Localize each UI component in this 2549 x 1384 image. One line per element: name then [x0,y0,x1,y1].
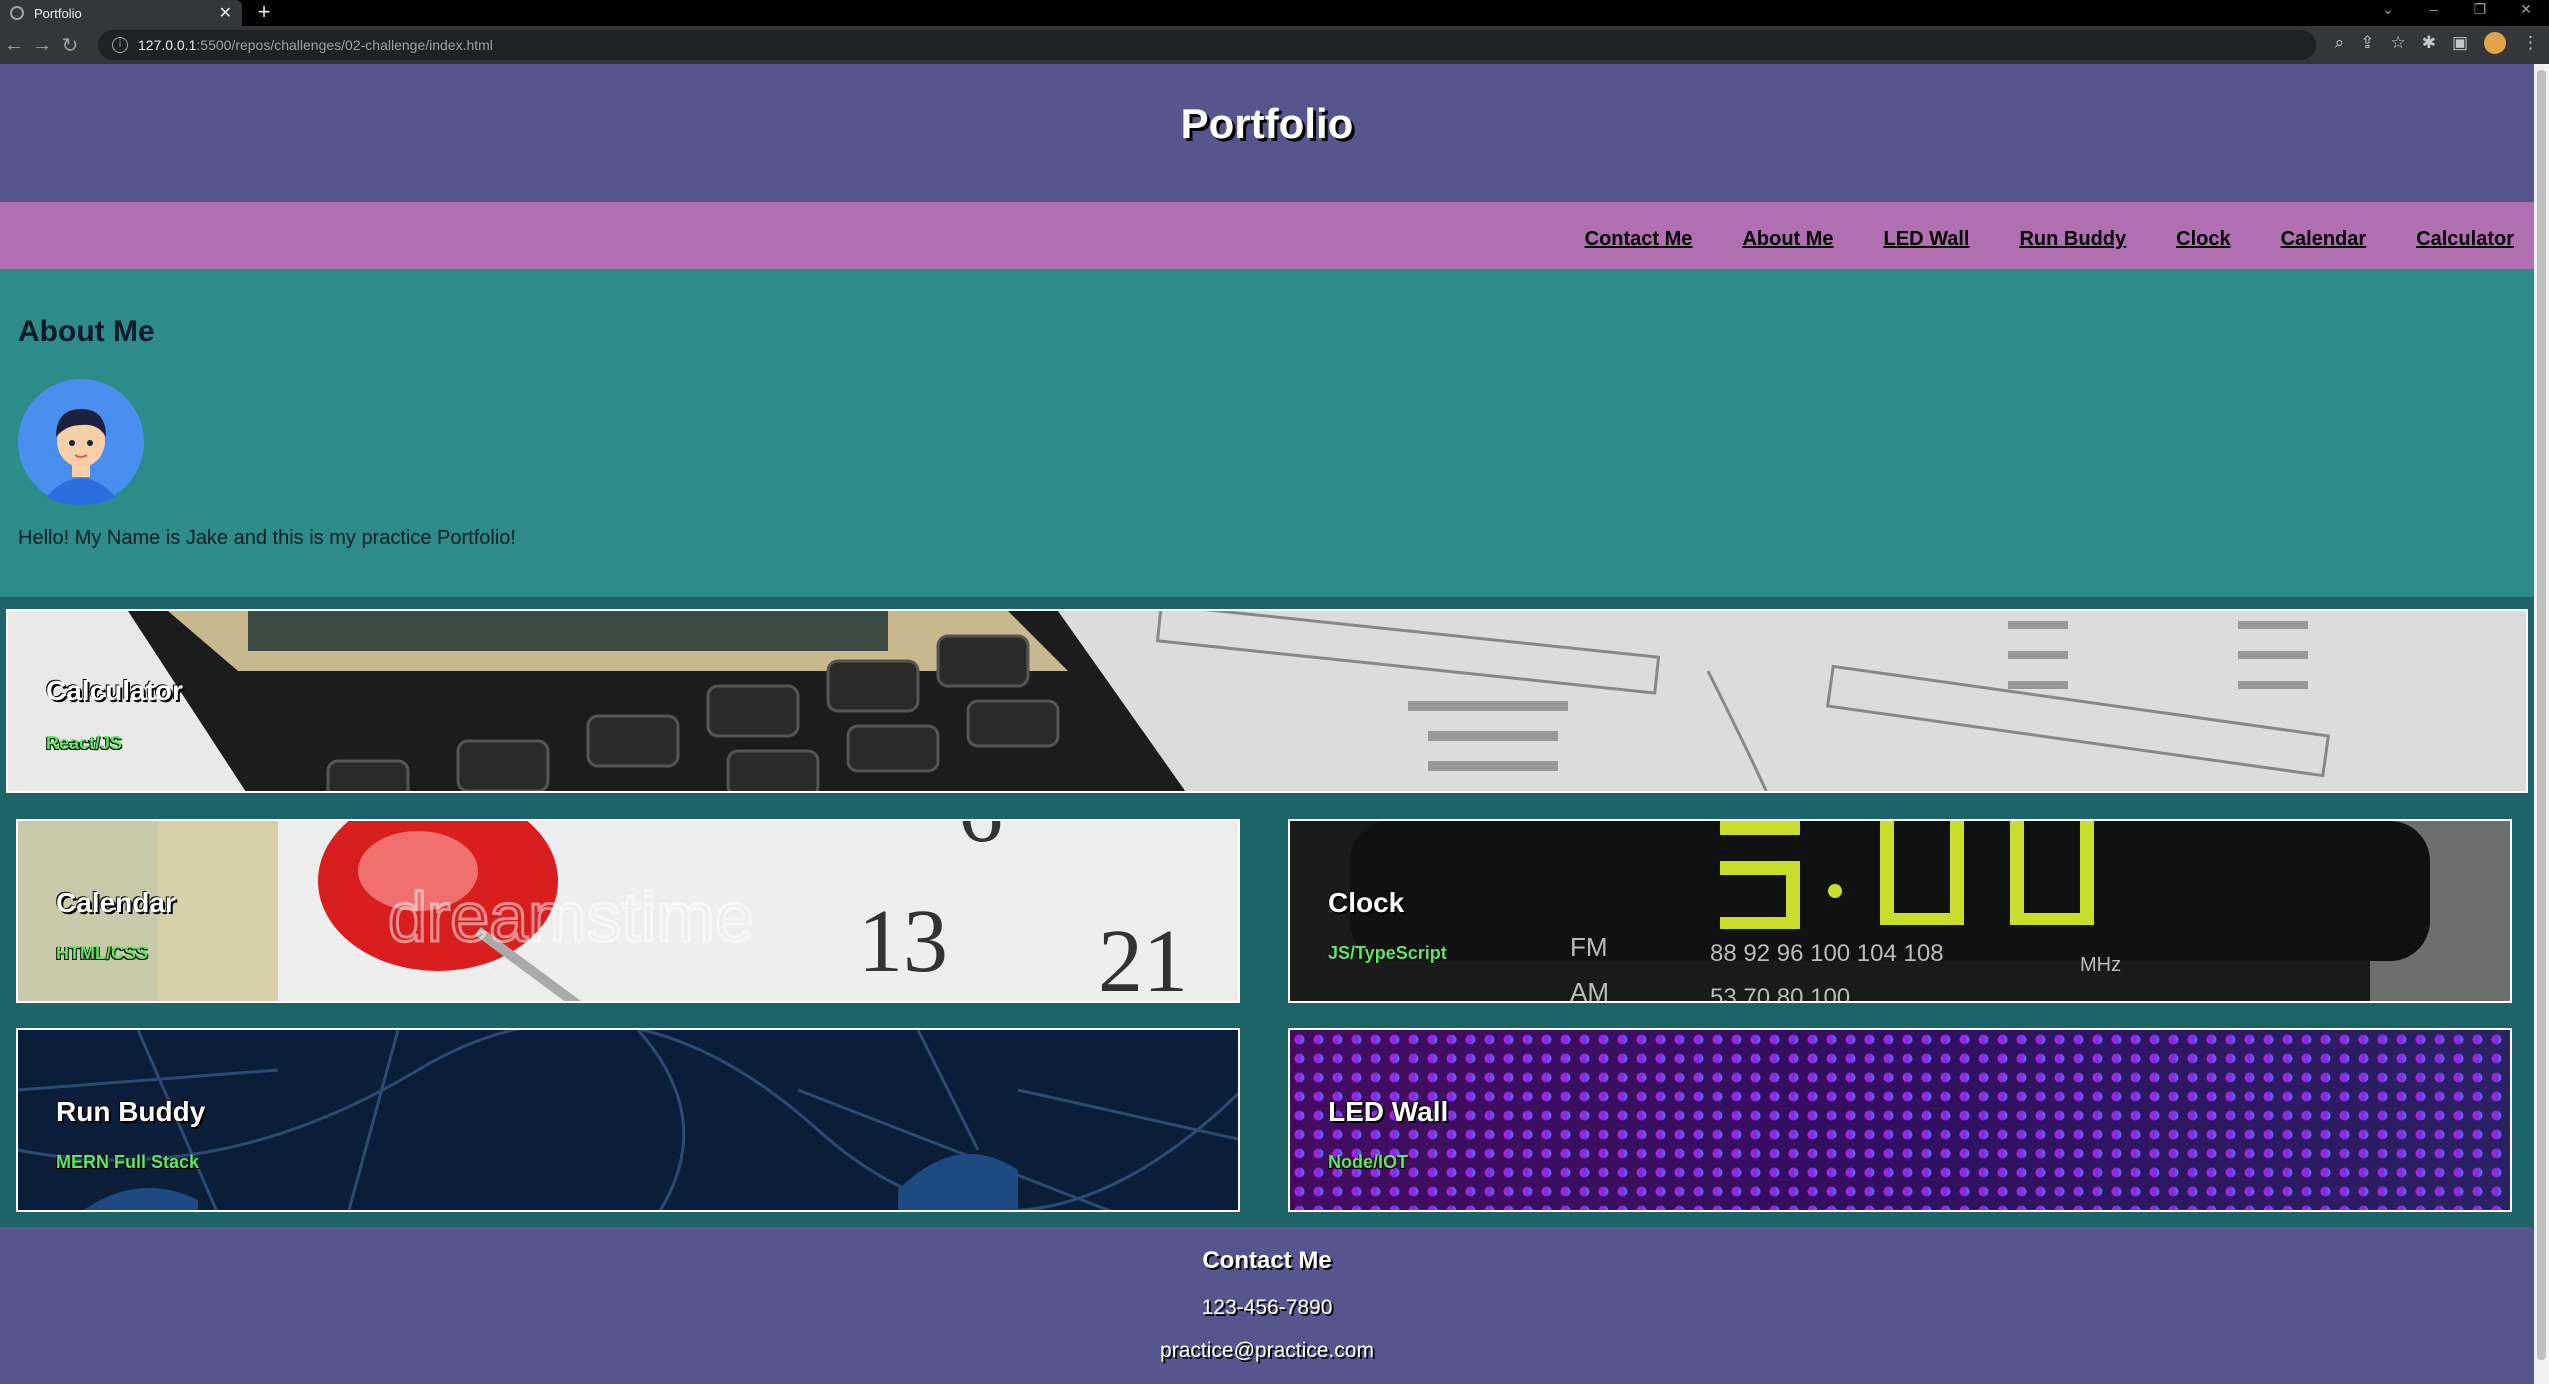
profile-avatar[interactable] [2484,32,2506,54]
site-info-icon[interactable]: i [112,37,128,53]
window-controls: ⌄ – ❐ ✕ [2365,0,2549,20]
menu-kebab-icon[interactable]: ⋮ [2522,33,2539,53]
share-icon[interactable]: ⇪ [2360,33,2374,53]
back-button[interactable]: ← [0,34,28,57]
nav-contact-me[interactable]: Contact Me [1585,228,1693,250]
nav-calendar[interactable]: Calendar [2281,228,2367,250]
footer-phone: 123-456-7890 [1201,1296,1333,1319]
about-section: About Me Hello! My Name is Jake and this… [0,269,2534,597]
project-title-led-wall: LED Wall [1328,1096,1449,1127]
extensions-puzzle-icon[interactable]: ✱ [2422,33,2436,53]
project-card-calendar[interactable]: 13 21 6 dreamstime Calendar HTML/CSS [16,819,1240,1003]
calendar-background-image: 13 21 6 dreamstime [18,821,1238,1003]
bookmark-star-icon[interactable]: ☆ [2390,33,2405,53]
project-card-clock[interactable]: FM 88 92 96 100 104 108 MHz AM 53 70 80 … [1288,819,2512,1003]
url-host: 127.0.0.1 [138,37,197,53]
restore-button[interactable]: ❐ [2457,0,2503,20]
close-tab-icon[interactable]: ✕ [219,3,232,23]
footer-email: practice@practice.com [1160,1339,1374,1362]
project-card-led-wall[interactable]: LED Wall Node/IOT [1288,1028,2512,1212]
tab-title: Portfolio [34,5,82,21]
reload-button[interactable]: ↻ [56,33,84,58]
project-title-calendar: Calendar [56,887,176,918]
site-header: Portfolio [0,64,2534,202]
project-title-calculator: Calculator [46,675,183,706]
new-tab-button[interactable]: + [252,0,276,26]
profile-avatar-image [18,379,144,505]
site-nav: Contact Me About Me LED Wall Run Buddy C… [0,202,2534,269]
project-tech-calendar: HTML/CSS [56,943,148,963]
svg-text:13: 13 [858,892,948,991]
minimize-button[interactable]: – [2411,0,2457,20]
project-card-calculator[interactable]: Calculator React/JS [6,609,2528,793]
page-title: Portfolio [1180,100,1354,147]
browser-tab-bar: Portfolio ✕ + ⌄ – ❐ ✕ [0,0,2549,26]
site-footer: Contact Me 123-456-7890 practice@practic… [0,1227,2534,1384]
nav-run-buddy[interactable]: Run Buddy [2019,228,2126,250]
nav-about-me[interactable]: About Me [1742,228,1833,250]
globe-icon [10,6,24,20]
svg-text:dreamstime: dreamstime [388,878,754,956]
nav-calculator[interactable]: Calculator [2416,228,2514,250]
zoom-icon[interactable]: ⌕ [2335,33,2345,53]
tab-search-icon[interactable]: ⌄ [2365,0,2411,20]
svg-text:6: 6 [958,821,1003,861]
svg-text:MHz: MHz [2080,954,2121,976]
project-title-clock: Clock [1328,887,1405,918]
forward-button[interactable]: → [28,34,56,57]
svg-text:21: 21 [1098,912,1188,1003]
url-path: :5500/repos/challenges/02-challenge/inde… [196,37,493,53]
svg-text:FM: FM [1570,932,1608,962]
side-panel-icon[interactable]: ▣ [2452,33,2468,53]
browser-tab[interactable]: Portfolio ✕ [0,0,242,26]
project-tech-run-buddy: MERN Full Stack [56,1152,200,1172]
project-tech-calculator: React/JS [46,733,123,753]
about-text: Hello! My Name is Jake and this is my pr… [18,527,516,549]
svg-text:AM: AM [1570,977,1609,1003]
address-bar[interactable]: i 127.0.0.1:5500/repos/challenges/02-cha… [98,30,2316,60]
nav-clock[interactable]: Clock [2176,228,2230,250]
svg-text:88 92 96 100 104 108: 88 92 96 100 104 108 [1710,940,1944,967]
scrollbar-thumb[interactable] [2537,70,2546,1360]
project-card-run-buddy[interactable]: Run Buddy MERN Full Stack [16,1028,1240,1212]
browser-toolbar: ← → ↻ i 127.0.0.1:5500/repos/challenges/… [0,26,2549,64]
about-heading: About Me [18,315,155,348]
close-window-button[interactable]: ✕ [2503,0,2549,20]
led-wall-background-image [1290,1030,2510,1210]
project-tech-clock: JS/TypeScript [1328,943,1447,963]
page-viewport: Portfolio Contact Me About Me LED Wall R… [0,64,2534,1384]
project-title-run-buddy: Run Buddy [56,1096,206,1127]
svg-text:53 70 80 100: 53 70 80 100 [1710,984,1850,1003]
calculator-background-image [8,611,2526,791]
footer-heading: Contact Me [1202,1247,1332,1274]
nav-led-wall[interactable]: LED Wall [1884,228,1970,250]
project-tech-led-wall: Node/IOT [1328,1152,1408,1172]
clock-background-image: FM 88 92 96 100 104 108 MHz AM 53 70 80 … [1290,821,2510,1003]
page-scrollbar[interactable] [2534,64,2549,1384]
